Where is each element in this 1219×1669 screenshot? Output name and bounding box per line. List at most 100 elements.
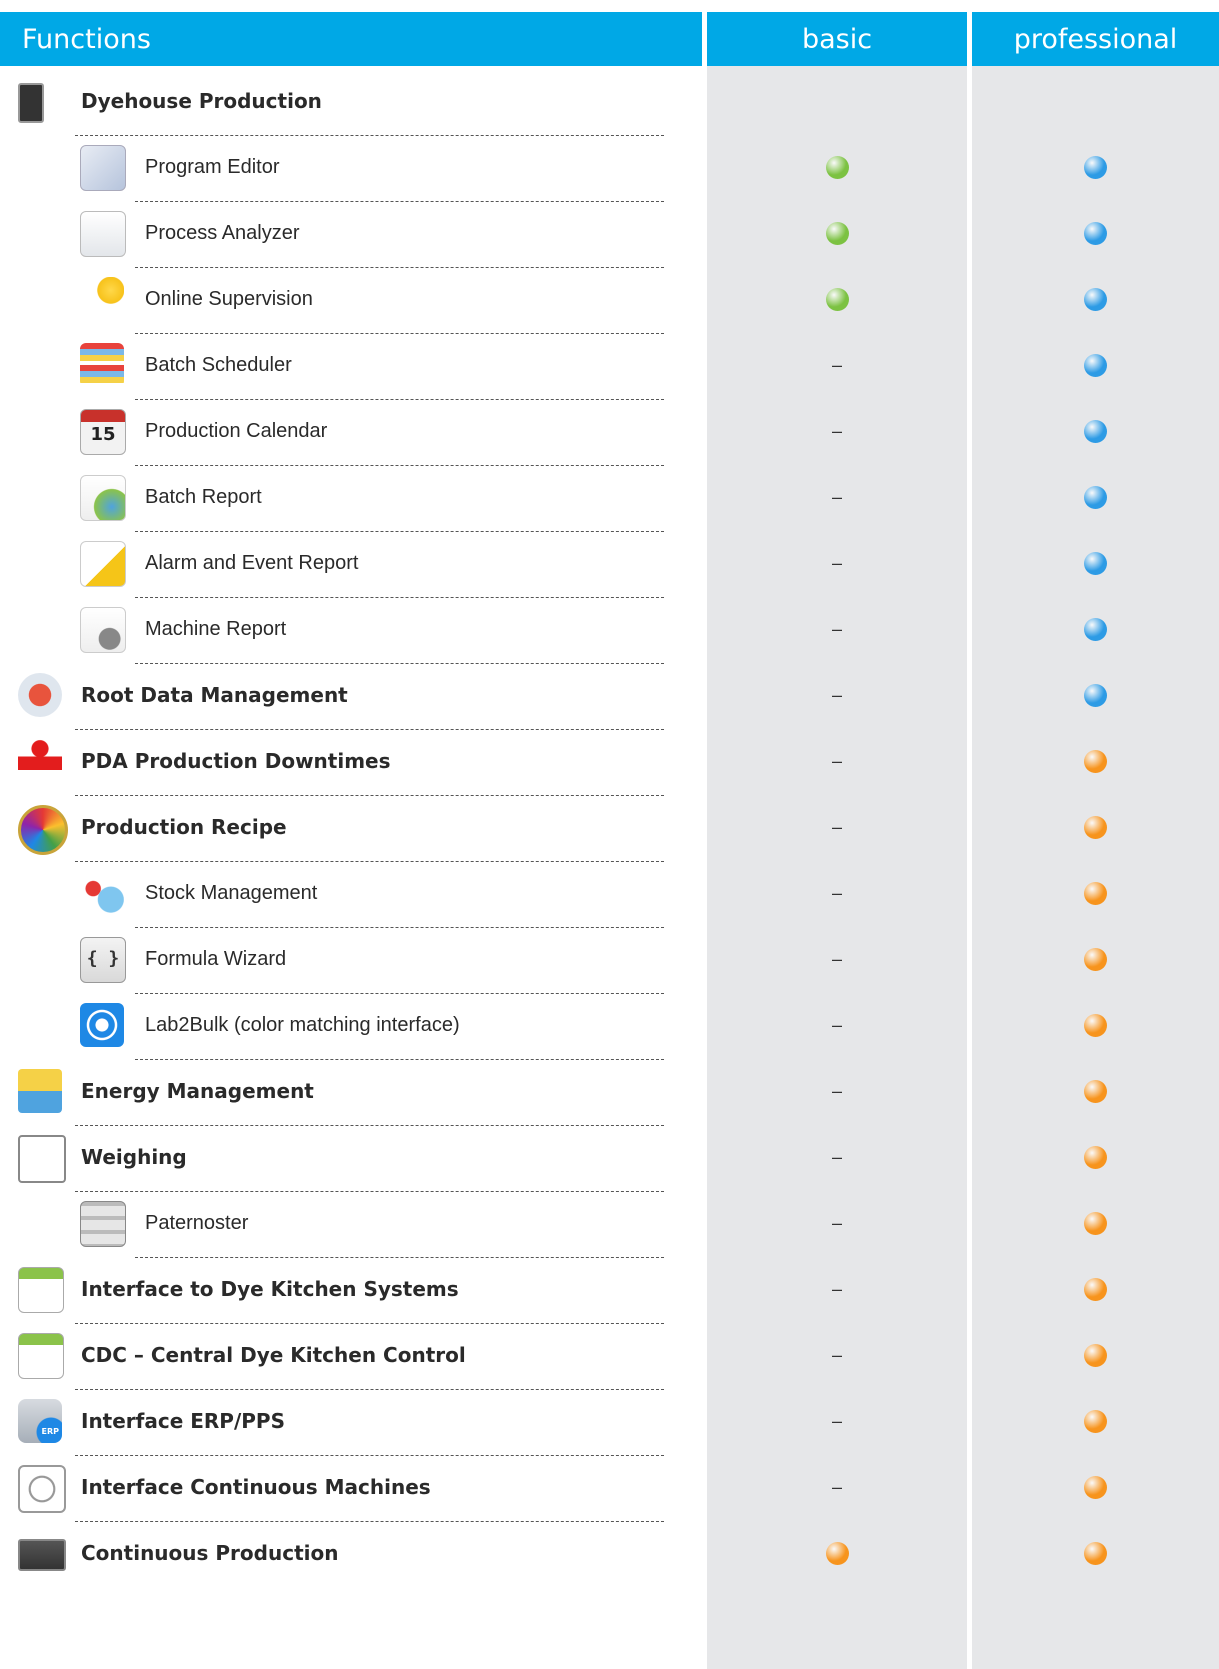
basic-cell: – [707,528,967,598]
table-row: Online Supervision [0,264,1219,334]
orange-dot-icon [1084,1145,1107,1169]
row-label: Interface ERP/PPS [81,1409,285,1433]
not-included-dash: – [831,1146,842,1167]
professional-cell [972,1452,1219,1522]
professional-cell [972,1188,1219,1258]
green-dot-icon [825,221,849,245]
row-label: Dyehouse Production [81,89,322,113]
not-included-dash: – [831,750,842,771]
table-row: Batch Scheduler – [0,330,1219,400]
color-wheel-icon [18,805,68,855]
paternoster-icon [80,1201,126,1247]
energy-icon [18,1069,62,1113]
basic-cell: – [707,1452,967,1522]
professional-cell [972,198,1219,268]
blue-dot-icon [1084,485,1107,509]
row-label: Production Calendar [145,419,328,442]
orange-dot-icon [1084,1079,1107,1103]
blue-dot-icon [1084,353,1107,377]
orange-dot-icon [1084,1343,1107,1367]
table-row: Lab2Bulk (color matching interface) – [0,990,1219,1060]
row-label: Energy Management [81,1079,314,1103]
header-basic: basic [707,12,967,66]
not-included-dash: – [831,486,842,507]
continuous-production-icon [18,1539,66,1571]
row-label: Online Supervision [145,287,313,310]
basic-cell [707,264,967,334]
basic-cell: – [707,1254,967,1324]
green-dot-icon [825,287,849,311]
professional-cell [972,1254,1219,1324]
professional-cell [972,1518,1219,1588]
professional-cell [972,1122,1219,1192]
table-row: Batch Report – [0,462,1219,532]
row-label: Production Recipe [81,815,287,839]
not-included-dash: – [831,552,842,573]
table-row: Continuous Production [0,1518,1219,1588]
professional-cell [972,792,1219,862]
row-label: Alarm and Event Report [145,551,359,574]
blue-dot-icon [1084,551,1107,575]
header-functions: Functions [0,12,702,66]
row-label: Continuous Production [81,1541,339,1565]
table-row: Alarm and Event Report – [0,528,1219,598]
basic-cell [707,132,967,202]
blue-dot-icon [1084,287,1107,311]
dye-kitchen-icon [18,1267,64,1313]
basic-cell [707,66,967,136]
table-row: Program Editor [0,132,1219,202]
not-included-dash: – [831,1080,842,1101]
professional-cell [972,1056,1219,1126]
orange-dot-icon [1084,1013,1107,1037]
not-included-dash: – [831,948,842,969]
professional-cell [972,726,1219,796]
formula-wizard-icon: { } [80,937,126,983]
not-included-dash: – [831,420,842,441]
target-icon [80,1003,124,1047]
not-included-dash: – [831,354,842,375]
orange-dot-icon [1084,1211,1107,1235]
not-included-dash: – [831,1476,842,1497]
row-label: Interface Continuous Machines [81,1475,431,1499]
professional-cell [972,396,1219,466]
table-row: Interface Continuous Machines – [0,1452,1219,1522]
table-row: ERP Interface ERP/PPS – [0,1386,1219,1456]
basic-cell: – [707,726,967,796]
orange-dot-icon [1084,1475,1107,1499]
not-included-dash: – [831,816,842,837]
row-label: Lab2Bulk (color matching interface) [145,1013,460,1036]
professional-cell [972,858,1219,928]
basic-cell: – [707,396,967,466]
professional-cell [972,594,1219,664]
blue-dot-icon [1084,155,1107,179]
continuous-machine-icon [18,1465,66,1513]
professional-cell [972,924,1219,994]
orange-dot-icon [1084,749,1107,773]
row-label: Batch Scheduler [145,353,292,376]
basic-cell: – [707,792,967,862]
header-professional: professional [972,12,1219,66]
orange-dot-icon [1084,947,1107,971]
row-label: Root Data Management [81,683,348,707]
basic-cell: – [707,1320,967,1390]
table-row: 15 Production Calendar – [0,396,1219,466]
online-supervision-icon [80,277,124,321]
not-included-dash: – [831,618,842,639]
row-label: Process Analyzer [145,221,300,244]
table-row: CDC – Central Dye Kitchen Control – [0,1320,1219,1390]
root-data-icon [18,673,62,717]
machine-report-icon [80,607,126,653]
basic-cell: – [707,1188,967,1258]
blue-dot-icon [1084,683,1107,707]
basic-cell: – [707,330,967,400]
batch-report-icon [80,475,126,521]
batch-scheduler-icon [80,343,124,387]
basic-cell [707,1518,967,1588]
professional-cell [972,66,1219,136]
blue-dot-icon [1084,617,1107,641]
blue-dot-icon [1084,221,1107,245]
process-analyzer-icon [80,211,126,257]
table-row: Interface to Dye Kitchen Systems – [0,1254,1219,1324]
table-row: Weighing – [0,1122,1219,1192]
green-dot-icon [825,155,849,179]
